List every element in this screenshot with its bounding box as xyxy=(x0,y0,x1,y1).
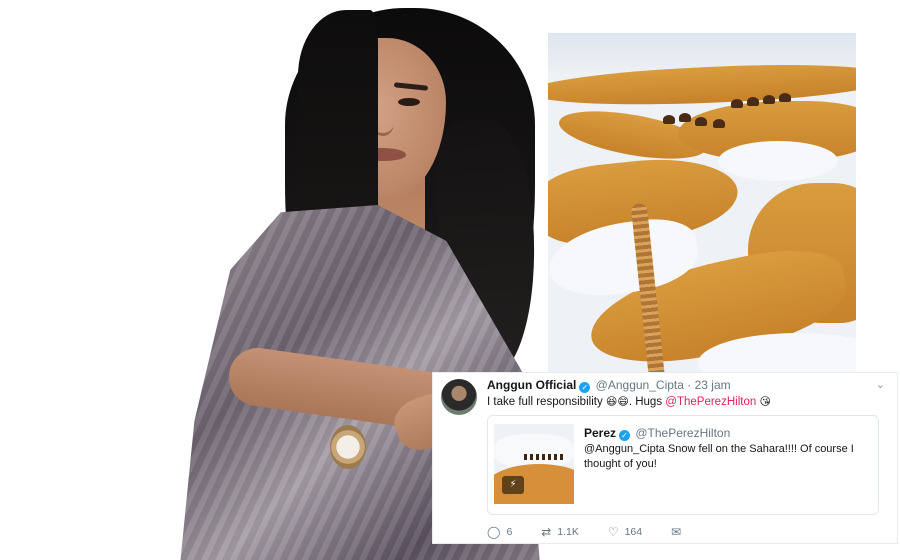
retweet-button[interactable]: ⇄ 1.1K xyxy=(541,525,579,539)
tweet-actions: ◯ 6 ⇄ 1.1K ♡ 164 ✉ xyxy=(487,525,713,539)
camel xyxy=(695,117,707,126)
snowy-desert-photo xyxy=(548,33,856,373)
mention-link[interactable]: @ThePerezHilton xyxy=(665,396,756,408)
camel xyxy=(779,93,791,102)
quoted-author-handle[interactable]: @ThePerezHilton xyxy=(635,426,730,440)
camel-caravan xyxy=(663,93,803,133)
like-button[interactable]: ♡ 164 xyxy=(608,525,642,539)
heart-icon: ♡ xyxy=(607,525,619,539)
quoted-tweet-text: @Anggun_Cipta Snow fell on the Sahara!!!… xyxy=(584,443,854,470)
author-handle[interactable]: @Anggun_Cipta xyxy=(596,378,684,392)
camel xyxy=(731,99,743,108)
retweet-icon: ⇄ xyxy=(541,525,552,539)
separator: · xyxy=(687,378,692,392)
camel xyxy=(663,115,675,124)
laughing-emoji-icon: 😆 xyxy=(605,396,618,408)
reply-count: 6 xyxy=(506,526,513,538)
eye xyxy=(398,98,420,106)
author-name[interactable]: Anggun Official xyxy=(487,378,576,392)
kiss-emoji-icon: 😘 xyxy=(759,396,771,408)
verified-icon: ✓ xyxy=(619,430,631,441)
camel xyxy=(713,119,725,128)
tweet-text-part: . Hugs xyxy=(628,396,663,408)
envelope-icon: ✉ xyxy=(671,525,682,539)
tweet-card[interactable]: Anggun Official ✓ @Anggun_Cipta · 23 jam … xyxy=(432,372,898,544)
verified-icon: ✓ xyxy=(579,382,591,393)
camel xyxy=(747,97,759,106)
tweet-header: Anggun Official ✓ @Anggun_Cipta · 23 jam … xyxy=(487,378,885,394)
snow-patch xyxy=(718,141,838,181)
timestamp[interactable]: 23 jam xyxy=(695,378,731,392)
quoted-tweet-header: Perez ✓ @ThePerezHilton xyxy=(584,426,730,441)
camel xyxy=(763,95,775,104)
tweet-text: I take full responsibility 😆😄. Hugs @The… xyxy=(487,395,885,408)
wristwatch xyxy=(330,425,366,469)
chevron-down-icon[interactable]: ⌄ xyxy=(876,378,885,391)
snow-patch xyxy=(494,434,574,468)
camel xyxy=(679,113,691,122)
camel-caravan xyxy=(524,454,564,460)
avatar[interactable] xyxy=(441,379,477,415)
quoted-tweet[interactable]: ⚡ Perez ✓ @ThePerezHilton @Anggun_Cipta S… xyxy=(487,415,879,515)
retweet-count: 1.1K xyxy=(557,526,579,538)
grinning-emoji-icon: 😄 xyxy=(617,396,629,408)
direct-message-button[interactable]: ✉ xyxy=(671,525,687,539)
quoted-media-thumbnail[interactable]: ⚡ xyxy=(494,424,574,504)
quoted-author-name[interactable]: Perez xyxy=(584,426,616,440)
reply-icon: ◯ xyxy=(487,525,501,539)
gif-play-icon[interactable]: ⚡ xyxy=(502,476,524,494)
reply-button[interactable]: ◯ 6 xyxy=(487,525,512,539)
like-count: 164 xyxy=(624,526,643,538)
tweet-text-part: I take full responsibility xyxy=(487,396,603,408)
